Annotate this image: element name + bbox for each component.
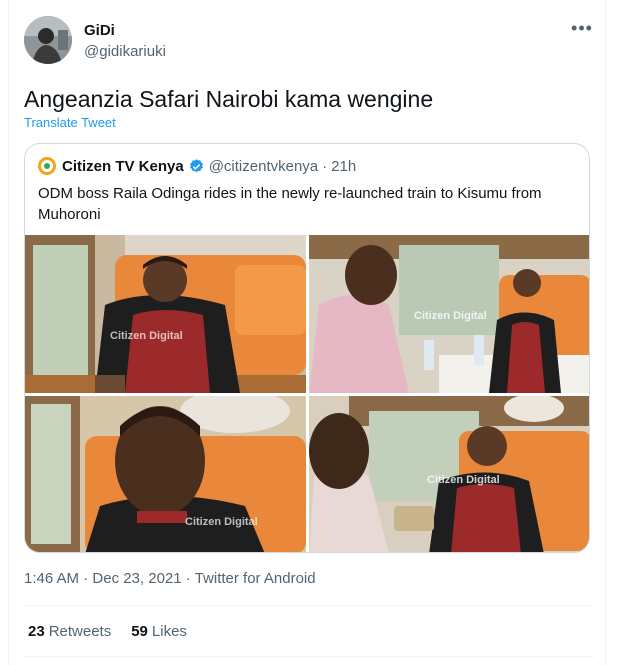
quoted-author-name: Citizen TV Kenya [62, 157, 184, 175]
likes-label: Likes [151, 623, 187, 640]
photo-1[interactable]: Citizen Digital [25, 235, 306, 393]
citizen-logo-icon [38, 157, 56, 175]
divider [24, 605, 594, 606]
verified-badge-icon [189, 158, 203, 172]
quoted-time: 21h [331, 157, 357, 175]
author-name[interactable]: GiDi [84, 22, 115, 39]
more-options-icon[interactable]: ••• [570, 19, 594, 40]
photo-3[interactable]: Citizen Digital [25, 396, 306, 552]
watermark: Citizen Digital [110, 330, 183, 342]
retweets-stat[interactable]: 23 Retweets [28, 623, 111, 640]
watermark: Citizen Digital [185, 516, 258, 528]
frame-border-right [605, 0, 606, 665]
photo-grid: Citizen Digital Citizen Digital Citizen … [25, 235, 589, 552]
avatar[interactable] [24, 16, 72, 64]
likes-count: 59 [131, 623, 148, 640]
separator-dot: · [322, 157, 328, 175]
separator-dot: · [83, 570, 89, 587]
tweet-meta: 1:46 AM · Dec 23, 2021 · Twitter for And… [24, 570, 316, 587]
quoted-author-handle: @citizentvkenya [208, 157, 319, 175]
quoted-tweet-text: ODM boss Raila Odinga rides in the newly… [38, 185, 542, 223]
retweets-label: Retweets [48, 623, 112, 640]
tweet-text: Angeanzia Safari Nairobi kama wengine [24, 86, 434, 112]
likes-stat[interactable]: 59 Likes [131, 623, 187, 640]
separator-dot: · [185, 570, 191, 587]
watermark: Citizen Digital [414, 310, 487, 322]
watermark: Citizen Digital [427, 474, 500, 486]
photo-4[interactable]: Citizen Digital [309, 396, 589, 552]
tweet-date[interactable]: Dec 23, 2021 [92, 570, 181, 587]
tweet-time[interactable]: 1:46 AM [24, 570, 79, 587]
translate-tweet-link[interactable]: Translate Tweet [24, 115, 116, 130]
tweet-source[interactable]: Twitter for Android [195, 570, 316, 587]
tweet-stats: 23 Retweets 59 Likes [28, 623, 187, 640]
tweet-header: GiDi @gidikariuki ••• [24, 16, 594, 68]
quoted-tweet-header: Citizen TV Kenya @citizentvkenya · 21h [38, 156, 356, 176]
photo-2[interactable]: Citizen Digital [309, 235, 589, 393]
quoted-tweet[interactable]: Citizen TV Kenya @citizentvkenya · 21h O… [24, 143, 590, 553]
divider [24, 656, 594, 657]
frame-border-left [8, 0, 9, 665]
author-handle[interactable]: @gidikariuki [84, 43, 166, 60]
retweets-count: 23 [28, 623, 45, 640]
